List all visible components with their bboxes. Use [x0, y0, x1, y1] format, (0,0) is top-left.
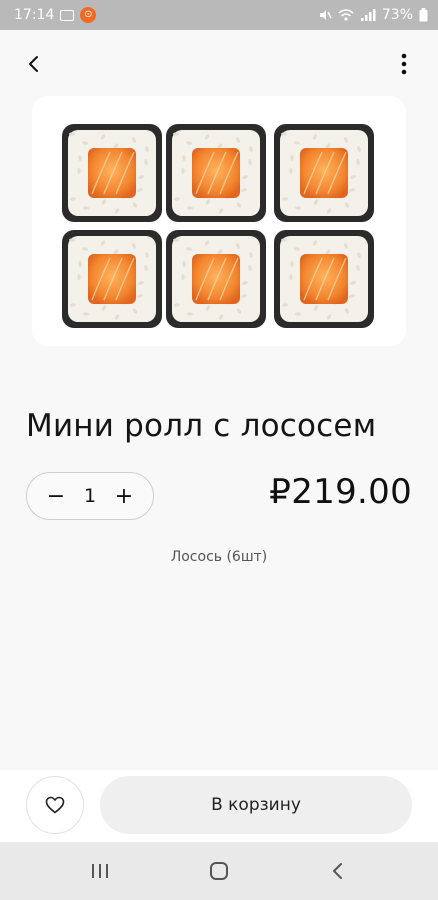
product-price: ₽219.00 — [269, 472, 412, 512]
salmon-maki-roll-image — [62, 124, 374, 328]
signal-icon — [360, 9, 376, 21]
quantity-value: 1 — [83, 485, 97, 507]
recents-icon — [91, 864, 108, 878]
maki-roll — [62, 230, 162, 328]
product-description: Лосось (6шт) — [170, 549, 268, 565]
gallery-notification-icon — [60, 9, 75, 21]
recents-button[interactable] — [80, 851, 120, 891]
product-image — [32, 96, 406, 346]
quantity-stepper: − 1 + — [26, 472, 154, 520]
back-icon — [333, 863, 343, 879]
heart-icon — [45, 796, 65, 814]
maki-roll — [274, 124, 374, 222]
status-left: 17:14 ⊙ — [14, 7, 97, 23]
back-button[interactable] — [18, 48, 50, 80]
maki-roll — [166, 124, 266, 222]
bottom-action-bar: В корзину — [0, 770, 438, 842]
product-title: Мини ролл с лососем — [26, 408, 377, 444]
status-right: 73% — [318, 7, 428, 23]
add-to-cart-button[interactable]: В корзину — [100, 776, 412, 834]
chevron-left-icon — [29, 56, 38, 72]
maki-roll — [62, 124, 162, 222]
system-navigation-bar — [0, 842, 438, 900]
battery-icon — [419, 8, 428, 22]
more-vertical-icon — [401, 53, 407, 75]
status-bar: 17:14 ⊙ 73% — [0, 0, 438, 30]
battery-percent: 73% — [381, 7, 413, 23]
decrease-quantity-button[interactable]: − — [45, 484, 67, 509]
increase-quantity-button[interactable]: + — [113, 484, 135, 509]
system-back-button[interactable] — [318, 851, 358, 891]
home-button[interactable] — [199, 851, 239, 891]
status-time: 17:14 — [14, 7, 55, 23]
mute-icon — [319, 10, 332, 20]
maki-roll — [274, 230, 374, 328]
wifi-icon — [338, 9, 354, 21]
home-icon — [209, 862, 228, 880]
app-notification-icon: ⊙ — [80, 7, 97, 23]
favorite-button[interactable] — [26, 776, 84, 834]
maki-roll — [166, 230, 266, 328]
top-app-bar — [0, 30, 438, 94]
more-options-button[interactable] — [388, 48, 420, 80]
